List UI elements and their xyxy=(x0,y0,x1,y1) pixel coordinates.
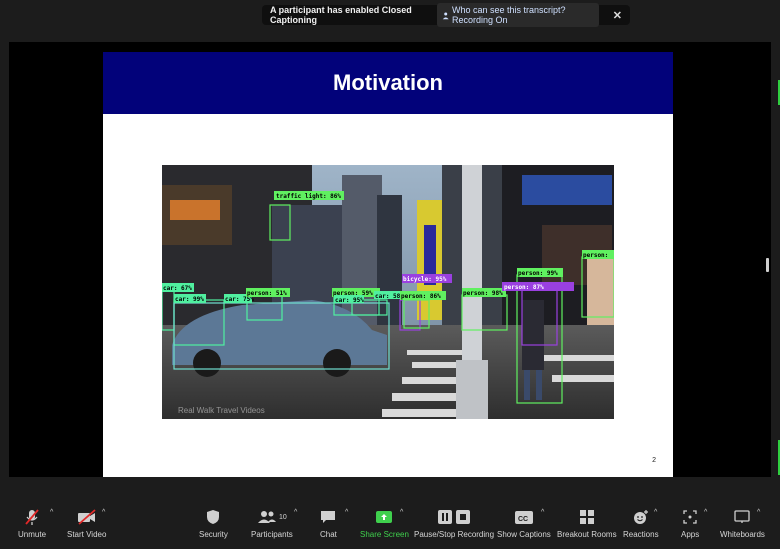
unmute-label: Unmute xyxy=(18,530,47,539)
breakout-rooms-label: Breakout Rooms xyxy=(557,530,617,539)
chat-button[interactable]: Chat xyxy=(320,507,337,539)
participants-icon xyxy=(258,511,276,523)
show-captions-label: Show Captions xyxy=(497,530,551,539)
cc-message: A participant has enabled Closed Caption… xyxy=(270,5,412,25)
start-video-label: Start Video xyxy=(67,530,107,539)
participants-options-caret[interactable]: ^ xyxy=(294,509,297,516)
chat-label: Chat xyxy=(320,530,337,539)
svg-text:CC: CC xyxy=(518,516,528,523)
chat-bubble-icon xyxy=(321,511,336,523)
transcript-info-link[interactable]: Who can see this transcript? Recording O… xyxy=(436,3,599,27)
whiteboards-label: Whiteboards xyxy=(720,530,765,539)
zoom-meeting-window: A participant has enabled Closed Caption… xyxy=(0,0,780,549)
pause-stop-recording-button[interactable]: Pause/Stop Recording xyxy=(414,507,494,539)
slide-title: Motivation xyxy=(333,70,443,95)
detection-label: car: 58% xyxy=(375,293,404,300)
apps-icon xyxy=(683,510,697,524)
security-button[interactable]: Security xyxy=(199,507,228,539)
detection-label: person: 86% xyxy=(401,293,441,300)
close-banner-button[interactable]: ✕ xyxy=(613,9,622,22)
participants-button[interactable]: 10 Participants xyxy=(251,507,293,539)
unmute-button[interactable]: Unmute xyxy=(18,507,46,539)
detection-label: traffic light: 86% xyxy=(276,193,341,200)
smiley-icon xyxy=(633,510,648,524)
object-detection-street-photo: traffic light: 86% car: 67% car: 99% car… xyxy=(162,165,614,419)
pause-icon xyxy=(438,510,453,524)
participants-label: Participants xyxy=(251,530,293,539)
transcript-link-label: Who can see this transcript? Recording O… xyxy=(451,5,566,25)
apps-button[interactable]: Apps xyxy=(681,507,699,539)
chat-options-caret[interactable]: ^ xyxy=(345,509,348,516)
slide-header: Motivation xyxy=(103,52,673,114)
detection-label: person: 99% xyxy=(518,270,558,277)
share-screen-label: Share Screen xyxy=(360,530,409,539)
detection-label: person: 87% xyxy=(504,284,544,291)
participants-count: 10 xyxy=(279,513,287,521)
security-label: Security xyxy=(199,530,228,539)
shared-screen: Motivation traffic light: 86% car: 67% c… xyxy=(9,42,771,477)
video-off-icon xyxy=(77,509,96,525)
audio-options-caret[interactable]: ^ xyxy=(50,509,53,516)
closed-caption-banner: A participant has enabled Closed Caption… xyxy=(262,3,630,27)
stop-icon xyxy=(456,510,471,524)
share-options-caret[interactable]: ^ xyxy=(400,509,403,516)
detection-label: person: 51% xyxy=(247,290,287,297)
panel-resize-handle[interactable] xyxy=(766,258,769,272)
reactions-options-caret[interactable]: ^ xyxy=(654,509,657,516)
slide-page-number: 2 xyxy=(652,457,656,464)
apps-options-caret[interactable]: ^ xyxy=(704,509,707,516)
detection-label: car: 95% xyxy=(335,297,364,304)
reactions-label: Reactions xyxy=(623,530,659,539)
breakout-rooms-button[interactable]: Breakout Rooms xyxy=(557,507,617,539)
breakout-rooms-icon xyxy=(579,510,594,524)
apps-label: Apps xyxy=(681,530,700,539)
captions-options-caret[interactable]: ^ xyxy=(541,509,544,516)
meeting-toolbar: Unmute ^ Start Video ^ Security 10 Parti… xyxy=(0,505,780,549)
whiteboard-icon xyxy=(734,510,751,523)
detection-label: bicycle: 95% xyxy=(403,276,447,283)
start-video-button[interactable]: Start Video xyxy=(67,507,106,539)
detection-label: person: xyxy=(583,252,608,259)
photo-watermark: Real Walk Travel Videos xyxy=(178,406,265,415)
video-options-caret[interactable]: ^ xyxy=(102,509,105,516)
detection-label: car: 75% xyxy=(225,296,254,303)
pause-stop-recording-label: Pause/Stop Recording xyxy=(414,530,495,539)
detection-label: person: 98% xyxy=(463,290,503,297)
share-screen-icon xyxy=(376,511,393,523)
muted-microphone-icon xyxy=(25,509,39,525)
shield-icon xyxy=(207,510,220,524)
detection-label: car: 67% xyxy=(163,285,192,292)
presentation-slide: Motivation traffic light: 86% car: 67% c… xyxy=(103,52,673,477)
detection-label: car: 99% xyxy=(175,296,204,303)
closed-captions-icon: CC xyxy=(514,510,533,524)
whiteboards-options-caret[interactable]: ^ xyxy=(757,509,760,516)
person-icon xyxy=(442,12,449,19)
